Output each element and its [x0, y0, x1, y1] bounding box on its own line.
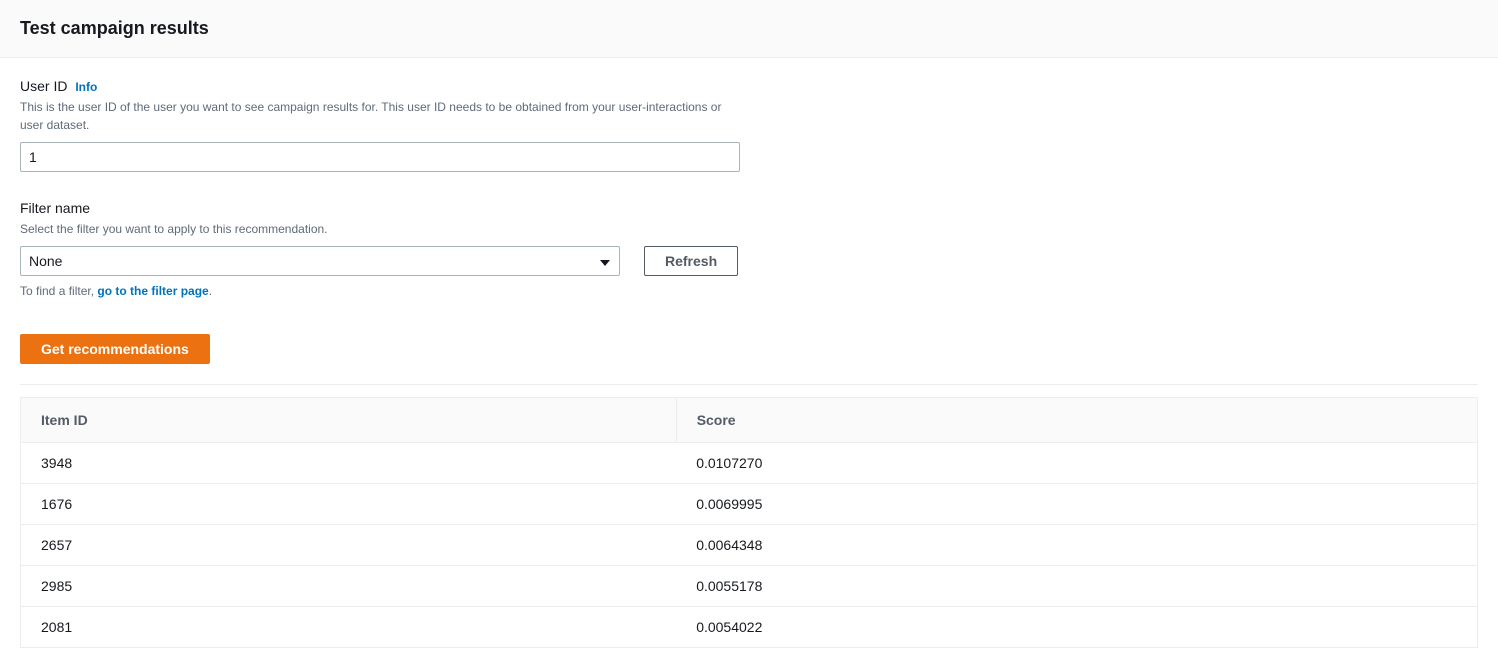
filter-select-wrapper: None: [20, 246, 620, 276]
filter-description: Select the filter you want to apply to t…: [20, 220, 740, 238]
user-id-description: This is the user ID of the user you want…: [20, 98, 740, 134]
filter-row: None Refresh: [20, 246, 760, 276]
cell-score: 0.0069995: [676, 484, 1477, 525]
cell-item-id: 2657: [21, 525, 676, 566]
cell-score: 0.0054022: [676, 607, 1477, 648]
user-id-info-link[interactable]: Info: [75, 80, 97, 94]
filter-group: Filter name Select the filter you want t…: [20, 200, 760, 298]
table-row: 16760.0069995: [21, 484, 1477, 525]
cell-item-id: 2985: [21, 566, 676, 607]
page-header: Test campaign results: [0, 0, 1498, 58]
cell-score: 0.0055178: [676, 566, 1477, 607]
cell-item-id: 1676: [21, 484, 676, 525]
table-row: 39480.0107270: [21, 443, 1477, 484]
filter-hint-prefix: To find a filter,: [20, 284, 97, 298]
user-id-label-row: User ID Info: [20, 78, 760, 94]
results-table-container: Item ID Score 39480.010727016760.0069995…: [20, 397, 1478, 648]
filter-page-link[interactable]: go to the filter page: [97, 284, 208, 298]
cell-score: 0.0107270: [676, 443, 1477, 484]
user-id-group: User ID Info This is the user ID of the …: [20, 78, 760, 172]
page-title: Test campaign results: [20, 18, 1478, 39]
get-recommendations-button[interactable]: Get recommendations: [20, 334, 210, 364]
cell-item-id: 2081: [21, 607, 676, 648]
user-id-input[interactable]: [20, 142, 740, 172]
column-header-score[interactable]: Score: [676, 398, 1477, 443]
section-divider: [20, 384, 1478, 385]
refresh-button[interactable]: Refresh: [644, 246, 738, 276]
filter-select[interactable]: None: [20, 246, 620, 276]
table-row: 20810.0054022: [21, 607, 1477, 648]
content-area: User ID Info This is the user ID of the …: [0, 58, 1498, 668]
cell-score: 0.0064348: [676, 525, 1477, 566]
filter-label: Filter name: [20, 200, 90, 216]
filter-hint-suffix: .: [209, 284, 212, 298]
filter-hint: To find a filter, go to the filter page.: [20, 284, 760, 298]
cell-item-id: 3948: [21, 443, 676, 484]
user-id-label: User ID: [20, 78, 67, 94]
table-row: 26570.0064348: [21, 525, 1477, 566]
table-row: 29850.0055178: [21, 566, 1477, 607]
results-table: Item ID Score 39480.010727016760.0069995…: [21, 398, 1477, 647]
column-header-item-id[interactable]: Item ID: [21, 398, 676, 443]
